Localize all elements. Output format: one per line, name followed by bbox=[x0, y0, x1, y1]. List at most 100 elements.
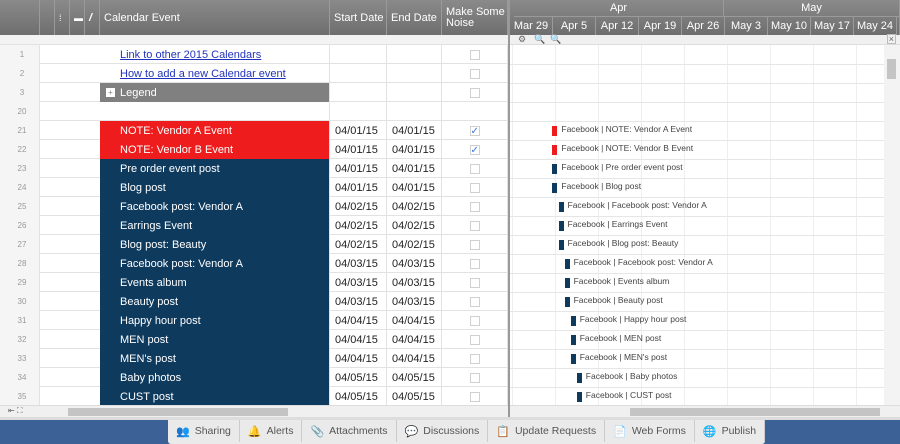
event-cell[interactable] bbox=[100, 102, 330, 121]
gantt-bar[interactable] bbox=[552, 164, 558, 174]
noise-cell[interactable] bbox=[442, 178, 508, 197]
column-header-start[interactable]: Start Date bbox=[330, 0, 387, 35]
row-number[interactable]: 23 bbox=[0, 159, 40, 178]
noise-checkbox[interactable]: ✓ bbox=[469, 144, 480, 155]
event-cell[interactable]: MEN post bbox=[100, 330, 330, 349]
table-row[interactable]: 21 NOTE: Vendor A Event 04/01/15 04/01/1… bbox=[0, 121, 508, 140]
event-cell[interactable]: Blog post: Beauty bbox=[100, 235, 330, 254]
end-date-cell[interactable]: 04/03/15 bbox=[387, 292, 442, 311]
row-number[interactable]: 32 bbox=[0, 330, 40, 349]
noise-cell[interactable] bbox=[442, 273, 508, 292]
footer-tab-sharing[interactable]: 👥 Sharing bbox=[168, 420, 240, 442]
noise-cell[interactable] bbox=[442, 349, 508, 368]
end-date-cell[interactable]: 04/01/15 bbox=[387, 121, 442, 140]
event-cell[interactable]: NOTE: Vendor A Event bbox=[100, 121, 330, 140]
noise-cell[interactable]: ✓ bbox=[442, 121, 508, 140]
row-number[interactable]: 27 bbox=[0, 235, 40, 254]
end-date-cell[interactable]: 04/01/15 bbox=[387, 178, 442, 197]
table-row[interactable]: 22 NOTE: Vendor B Event 04/01/15 04/01/1… bbox=[0, 140, 508, 159]
table-row[interactable]: 31 Happy hour post 04/04/15 04/04/15 bbox=[0, 311, 508, 330]
start-date-cell[interactable]: 04/03/15 bbox=[330, 273, 387, 292]
end-date-cell[interactable] bbox=[387, 102, 442, 121]
event-cell[interactable]: Events album bbox=[100, 273, 330, 292]
footer-tab-discussions[interactable]: 💬 Discussions bbox=[397, 420, 489, 442]
row-number[interactable]: 30 bbox=[0, 292, 40, 311]
table-row[interactable]: 29 Events album 04/03/15 04/03/15 bbox=[0, 273, 508, 292]
noise-cell[interactable] bbox=[442, 330, 508, 349]
settings-gear-icon[interactable]: ⚙ bbox=[518, 34, 526, 45]
gantt-bar[interactable] bbox=[570, 335, 576, 345]
gantt-horizontal-scrollbar[interactable] bbox=[510, 405, 900, 417]
table-row[interactable]: 23 Pre order event post 04/01/15 04/01/1… bbox=[0, 159, 508, 178]
noise-checkbox[interactable] bbox=[469, 334, 480, 345]
table-row[interactable]: 2 How to add a new Calendar event bbox=[0, 64, 508, 83]
noise-checkbox[interactable] bbox=[469, 258, 480, 269]
noise-checkbox[interactable] bbox=[469, 87, 480, 98]
noise-cell[interactable] bbox=[442, 216, 508, 235]
row-number[interactable]: 21 bbox=[0, 121, 40, 140]
noise-checkbox[interactable] bbox=[469, 296, 480, 307]
noise-checkbox[interactable] bbox=[469, 277, 480, 288]
noise-checkbox[interactable] bbox=[469, 163, 480, 174]
gantt-bar[interactable] bbox=[564, 259, 570, 269]
table-row[interactable]: 1 Link to other 2015 Calendars bbox=[0, 45, 508, 64]
event-cell[interactable]: NOTE: Vendor B Event bbox=[100, 140, 330, 159]
row-number[interactable]: 31 bbox=[0, 311, 40, 330]
event-cell[interactable]: Facebook post: Vendor A bbox=[100, 197, 330, 216]
footer-tab-attachments[interactable]: 📎 Attachments bbox=[302, 420, 397, 442]
noise-cell[interactable] bbox=[442, 292, 508, 311]
scrollbar-thumb[interactable] bbox=[630, 408, 880, 416]
start-date-cell[interactable]: 04/03/15 bbox=[330, 254, 387, 273]
start-date-cell[interactable] bbox=[330, 102, 387, 121]
table-row[interactable]: 33 MEN's post 04/04/15 04/04/15 bbox=[0, 349, 508, 368]
start-date-cell[interactable]: 04/02/15 bbox=[330, 235, 387, 254]
start-date-cell[interactable]: 04/05/15 bbox=[330, 368, 387, 387]
gantt-bar[interactable] bbox=[576, 373, 582, 383]
event-cell[interactable]: MEN's post bbox=[100, 349, 330, 368]
calendar-link[interactable]: How to add a new Calendar event bbox=[120, 68, 286, 80]
event-cell[interactable]: Beauty post bbox=[100, 292, 330, 311]
row-number[interactable]: 25 bbox=[0, 197, 40, 216]
noise-cell[interactable] bbox=[442, 197, 508, 216]
start-date-cell[interactable]: 04/04/15 bbox=[330, 330, 387, 349]
start-date-cell[interactable] bbox=[330, 45, 387, 64]
vertical-scrollbar[interactable] bbox=[884, 45, 900, 405]
start-date-cell[interactable]: 04/01/15 bbox=[330, 140, 387, 159]
noise-cell[interactable] bbox=[442, 387, 508, 405]
footer-tab-alerts[interactable]: 🔔 Alerts bbox=[240, 420, 303, 442]
noise-cell[interactable] bbox=[442, 368, 508, 387]
formula-icon[interactable]: / bbox=[85, 0, 100, 35]
noise-cell[interactable] bbox=[442, 311, 508, 330]
start-date-cell[interactable]: 04/02/15 bbox=[330, 197, 387, 216]
column-header-event[interactable]: Calendar Event bbox=[100, 0, 330, 35]
event-cell[interactable]: Blog post bbox=[100, 178, 330, 197]
end-date-cell[interactable]: 04/01/15 bbox=[387, 159, 442, 178]
row-number[interactable]: 29 bbox=[0, 273, 40, 292]
row-number[interactable]: 22 bbox=[0, 140, 40, 159]
noise-checkbox[interactable] bbox=[469, 68, 480, 79]
end-date-cell[interactable]: 04/03/15 bbox=[387, 254, 442, 273]
table-row[interactable]: 34 Baby photos 04/05/15 04/05/15 bbox=[0, 368, 508, 387]
gantt-bar[interactable] bbox=[558, 202, 564, 212]
footer-tab-publish[interactable]: 🌐 Publish bbox=[695, 420, 766, 442]
noise-cell[interactable] bbox=[442, 64, 508, 83]
start-date-cell[interactable]: 04/01/15 bbox=[330, 159, 387, 178]
noise-cell[interactable] bbox=[442, 102, 508, 121]
noise-checkbox[interactable]: ✓ bbox=[469, 125, 480, 136]
end-date-cell[interactable] bbox=[387, 45, 442, 64]
noise-checkbox[interactable] bbox=[469, 239, 480, 250]
close-icon[interactable]: × bbox=[886, 34, 896, 44]
event-cell[interactable]: Pre order event post bbox=[100, 159, 330, 178]
gantt-bar[interactable] bbox=[552, 126, 558, 136]
start-date-cell[interactable] bbox=[330, 83, 387, 102]
noise-checkbox[interactable] bbox=[469, 372, 480, 383]
gantt-bar[interactable] bbox=[570, 354, 576, 364]
row-number[interactable]: 33 bbox=[0, 349, 40, 368]
expand-plus-icon[interactable]: + bbox=[106, 88, 115, 97]
table-row[interactable]: 28 Facebook post: Vendor A 04/03/15 04/0… bbox=[0, 254, 508, 273]
column-header-end[interactable]: End Date bbox=[387, 0, 442, 35]
event-cell[interactable]: Link to other 2015 Calendars bbox=[100, 45, 330, 64]
start-date-cell[interactable]: 04/01/15 bbox=[330, 178, 387, 197]
noise-cell[interactable] bbox=[442, 83, 508, 102]
row-number[interactable]: 24 bbox=[0, 178, 40, 197]
